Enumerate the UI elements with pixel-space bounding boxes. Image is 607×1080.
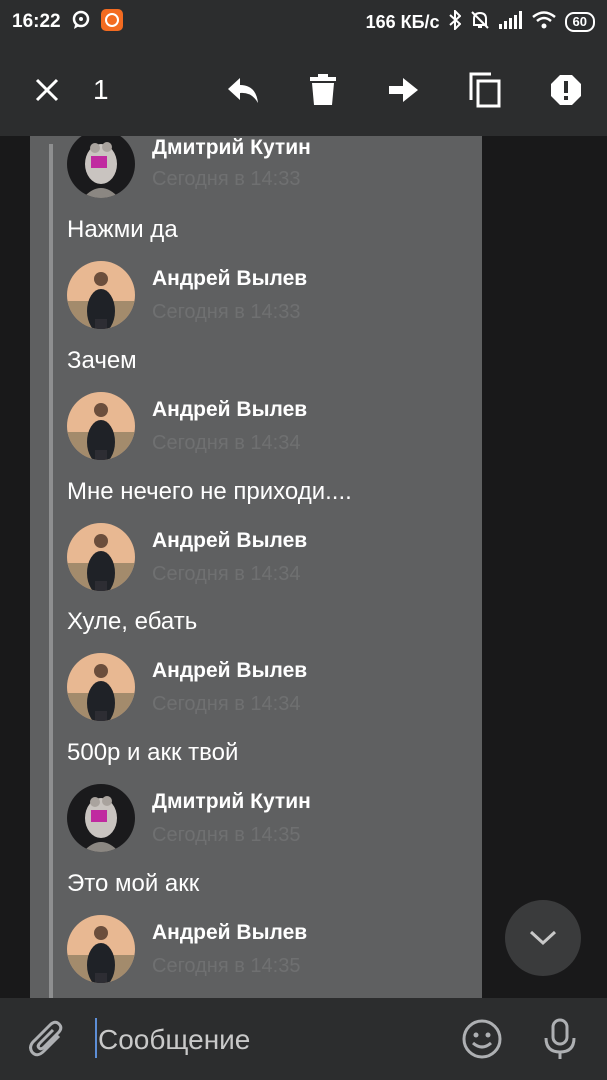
attach-button[interactable]	[24, 1016, 70, 1062]
avatar	[67, 784, 135, 852]
message-time: Сегодня в 14:34	[152, 563, 301, 585]
avatar	[67, 392, 135, 460]
message-author: Дмитрий Кутин	[152, 136, 311, 159]
message-author: Андрей Вылев	[152, 267, 308, 290]
chat-bubble-icon	[71, 10, 91, 35]
paperclip-icon	[29, 1020, 63, 1057]
forwarded-quote-line	[49, 144, 53, 998]
chat-area[interactable]: Дмитрий Кутин Сегодня в 14:33 Нажми да А…	[0, 136, 607, 998]
message-text: 500р и акк твой	[67, 739, 239, 766]
message-time: Сегодня в 14:33	[152, 168, 301, 190]
message-author: Андрей Вылев	[152, 921, 308, 944]
message-time: Сегодня в 14:35	[152, 955, 301, 977]
status-time: 16:22	[12, 11, 61, 32]
smiley-icon	[462, 1019, 502, 1059]
microphone-icon	[544, 1018, 576, 1059]
message-text: Зачем	[67, 347, 137, 374]
mute-bell-icon	[470, 10, 490, 35]
message-author: Дмитрий Кутин	[152, 790, 311, 813]
wifi-icon	[531, 10, 556, 34]
battery-indicator: 60	[564, 12, 595, 32]
message-author: Андрей Вылев	[152, 398, 308, 421]
signal-icon	[498, 10, 523, 34]
report-button[interactable]	[540, 64, 592, 116]
chevron-down-icon	[529, 930, 557, 946]
message-text: Это мой акк	[67, 870, 200, 897]
message-composer	[0, 998, 607, 1080]
avatar	[67, 523, 135, 591]
message-author: Андрей Вылев	[152, 659, 308, 682]
status-bar: 16:22 166 КБ/с 60	[0, 0, 607, 44]
delete-icon	[310, 74, 336, 105]
report-icon	[551, 75, 581, 105]
message-time: Сегодня в 14:34	[152, 432, 301, 454]
voice-message-button[interactable]	[537, 1016, 583, 1062]
forward-button[interactable]	[378, 64, 430, 116]
bluetooth-icon	[448, 8, 461, 35]
avatar	[67, 261, 135, 329]
network-speed: 166 КБ/с	[365, 11, 440, 32]
status-right: 166 КБ/с 60	[365, 8, 595, 35]
selection-action-bar: 1	[0, 44, 607, 136]
copy-icon	[469, 72, 501, 108]
avatar	[67, 915, 135, 983]
message-text: Мне нечего не приходи....	[67, 478, 352, 505]
reply-icon	[228, 78, 258, 103]
message-input[interactable]	[96, 1018, 440, 1062]
message-time: Сегодня в 14:35	[152, 824, 301, 846]
forward-icon	[389, 78, 418, 102]
selected-count: 1	[93, 74, 109, 105]
app-icon	[100, 8, 123, 36]
close-selection-button[interactable]	[21, 64, 73, 116]
message-text: Хуле, ебать	[67, 608, 198, 635]
message-time: Сегодня в 14:34	[152, 693, 301, 715]
delete-button[interactable]	[297, 64, 349, 116]
emoji-button[interactable]	[459, 1016, 505, 1062]
message-text: Нажми да	[67, 216, 178, 243]
reply-button[interactable]	[217, 64, 269, 116]
close-icon	[35, 78, 59, 102]
copy-button[interactable]	[459, 64, 511, 116]
avatar	[67, 653, 135, 721]
message-time: Сегодня в 14:33	[152, 301, 301, 323]
message-author: Андрей Вылев	[152, 529, 308, 552]
scroll-down-button[interactable]	[505, 900, 581, 976]
